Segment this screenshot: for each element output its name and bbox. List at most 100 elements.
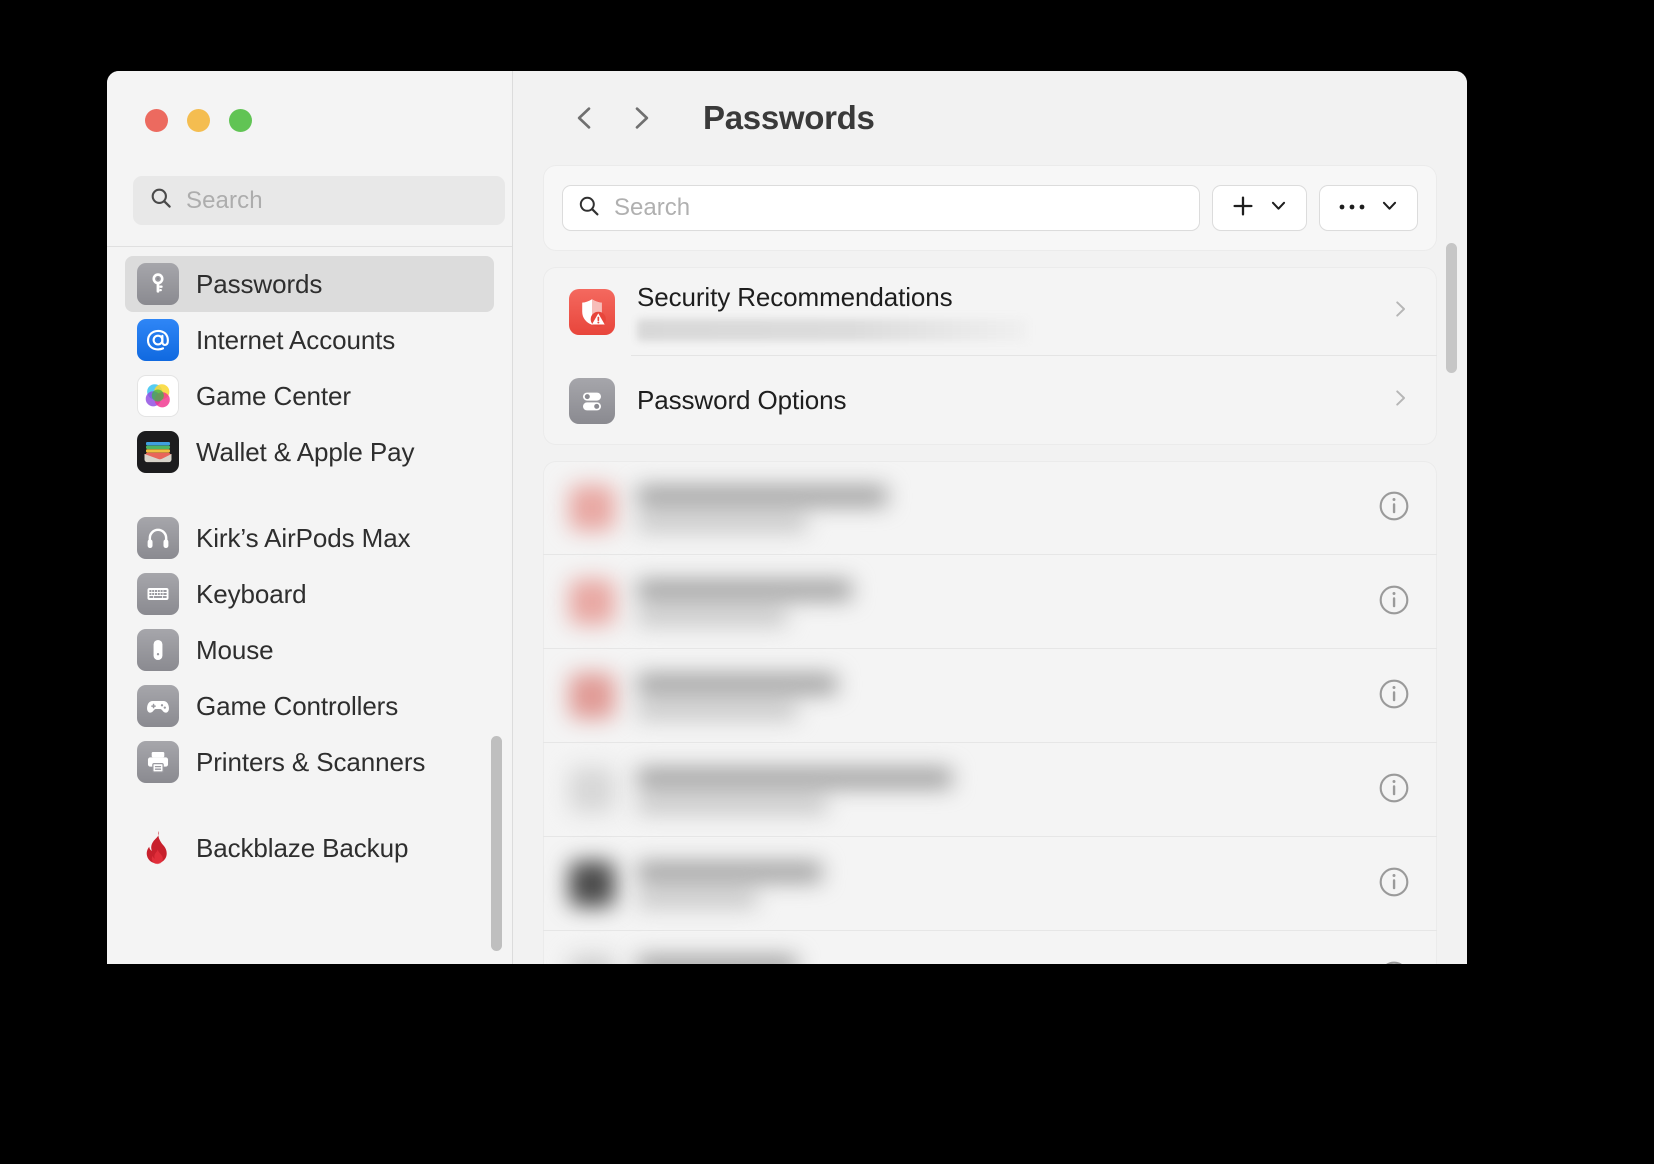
info-icon[interactable]: [1377, 677, 1411, 716]
plus-icon: [1231, 194, 1255, 223]
info-icon[interactable]: [1377, 959, 1411, 964]
search-icon: [577, 194, 601, 223]
sidebar-group-spacer: [107, 480, 512, 510]
game-center-icon: [137, 375, 179, 417]
backblaze-flame-icon: [137, 827, 179, 869]
sidebar-search-field[interactable]: Search: [133, 176, 505, 225]
gamepad-icon: [137, 685, 179, 727]
sidebar-item-label: Keyboard: [196, 578, 307, 609]
sidebar-item-mouse[interactable]: Mouse: [125, 622, 494, 678]
site-favicon: [569, 485, 615, 531]
chevron-down-icon: [1380, 196, 1399, 220]
search-input[interactable]: Search: [563, 186, 1199, 230]
sidebar-item-label: Wallet & Apple Pay: [196, 436, 415, 467]
saved-passwords-list[interactable]: [543, 461, 1437, 964]
ellipsis-icon: [1338, 199, 1366, 217]
list-item[interactable]: [543, 555, 1437, 649]
sidebar-item-label: Game Controllers: [196, 690, 399, 721]
minimize-window-button[interactable]: [187, 109, 210, 132]
at-sign-icon: [137, 319, 179, 361]
row-texts: Password Options: [637, 385, 1367, 416]
info-icon[interactable]: [1377, 583, 1411, 622]
main-header: Passwords: [513, 71, 1467, 165]
info-icon[interactable]: [1377, 771, 1411, 810]
security-recommendations-row[interactable]: Security Recommendations: [543, 267, 1437, 356]
main-scrollbar[interactable]: [1446, 243, 1457, 373]
sidebar-item-game-controllers[interactable]: Game Controllers: [125, 678, 494, 734]
chevron-down-icon: [1269, 196, 1288, 220]
sidebar-item-printers-scanners[interactable]: Printers & Scanners: [125, 734, 494, 790]
redacted-subtitle: [637, 319, 1027, 341]
search-placeholder: Search: [614, 194, 691, 221]
password-options-card: Security Recommendations Password Option…: [543, 267, 1437, 445]
list-item[interactable]: [543, 743, 1437, 837]
site-favicon: [569, 673, 615, 719]
list-item[interactable]: [543, 649, 1437, 743]
close-window-button[interactable]: [145, 109, 168, 132]
site-favicon: [569, 579, 615, 625]
sidebar-item-keyboard[interactable]: Keyboard: [125, 566, 494, 622]
printer-icon: [137, 741, 179, 783]
chevron-left-icon[interactable]: [557, 90, 613, 146]
sidebar-item-label: Printers & Scanners: [196, 746, 426, 777]
mouse-icon: [137, 629, 179, 671]
sidebar-item-label: Passwords: [196, 268, 323, 299]
add-password-button[interactable]: [1213, 186, 1306, 230]
redacted-credentials: [637, 485, 887, 531]
sidebar-item-label: Kirk’s AirPods Max: [196, 522, 411, 553]
sidebar-item-airpods-max[interactable]: Kirk’s AirPods Max: [125, 510, 494, 566]
list-item[interactable]: [543, 931, 1437, 964]
system-settings-window: Search Passwords Internet Accounts Game …: [107, 71, 1467, 964]
sidebar-item-backblaze-backup[interactable]: Backblaze Backup: [125, 820, 494, 876]
shield-warning-icon: [569, 288, 615, 335]
zoom-window-button[interactable]: [229, 109, 252, 132]
sidebar-group-spacer-2: [107, 790, 512, 820]
info-icon[interactable]: [1377, 489, 1411, 528]
wallet-icon: [137, 431, 179, 473]
redacted-credentials: [637, 673, 837, 719]
sidebar-nav-list[interactable]: Passwords Internet Accounts Game Center …: [107, 256, 512, 964]
page-title: Passwords: [703, 99, 875, 136]
redacted-credentials: [637, 579, 852, 625]
row-title: Security Recommendations: [637, 282, 953, 312]
sidebar-divider: [107, 246, 512, 247]
row-title: Password Options: [637, 385, 847, 415]
more-options-button[interactable]: [1320, 186, 1417, 230]
sidebar-item-label: Internet Accounts: [196, 324, 396, 355]
keyboard-icon: [137, 573, 179, 615]
info-icon[interactable]: [1377, 865, 1411, 904]
site-favicon: [569, 955, 615, 964]
sidebar-item-internet-accounts[interactable]: Internet Accounts: [125, 312, 494, 368]
list-item[interactable]: [543, 837, 1437, 931]
window-controls: [145, 109, 252, 132]
sidebar-group-2: Kirk’s AirPods Max Keyboard Mouse Game C…: [107, 510, 512, 790]
sidebar-group-1: Passwords Internet Accounts Game Center …: [107, 256, 512, 480]
redacted-credentials: [637, 955, 797, 964]
sidebar-item-label: Game Center: [196, 380, 351, 411]
toggles-icon: [569, 377, 615, 424]
main-scroll-area: Search Security Recommendations Password…: [513, 165, 1467, 964]
list-item[interactable]: [543, 461, 1437, 555]
sidebar-search-placeholder: Search: [186, 186, 263, 214]
chevron-right-icon: [1389, 296, 1411, 327]
site-favicon: [569, 767, 615, 813]
chevron-right-icon: [1389, 385, 1411, 416]
key-icon: [137, 263, 179, 305]
main-pane: Passwords Search Security Recommendation…: [513, 71, 1467, 964]
redacted-credentials: [637, 861, 822, 907]
sidebar-item-game-center[interactable]: Game Center: [125, 368, 494, 424]
site-favicon: [569, 861, 615, 907]
headphones-icon: [137, 517, 179, 559]
sidebar-group-3: Backblaze Backup: [107, 820, 512, 876]
sidebar-item-label: Mouse: [196, 634, 274, 665]
password-options-row[interactable]: Password Options: [543, 356, 1437, 445]
sidebar-item-wallet-apple-pay[interactable]: Wallet & Apple Pay: [125, 424, 494, 480]
row-texts: Security Recommendations: [637, 282, 1367, 341]
sidebar-item-label: Backblaze Backup: [196, 832, 409, 863]
sidebar-scrollbar[interactable]: [491, 736, 502, 951]
passwords-toolbar: Search: [543, 165, 1437, 251]
chevron-right-icon[interactable]: [613, 90, 669, 146]
sidebar-item-passwords[interactable]: Passwords: [125, 256, 494, 312]
search-icon: [149, 186, 173, 215]
redacted-credentials: [637, 767, 952, 813]
